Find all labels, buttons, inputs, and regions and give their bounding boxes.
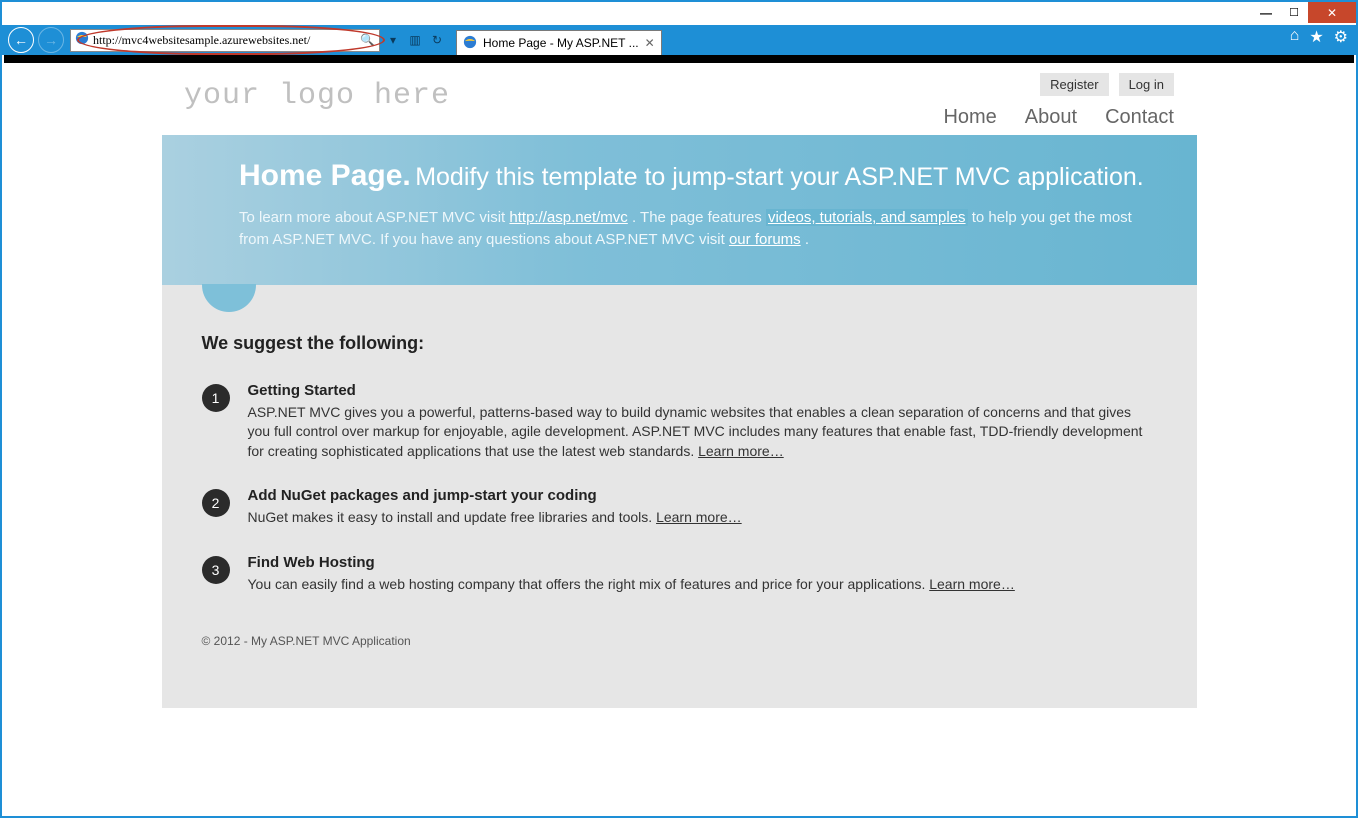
site-logo: your logo here <box>184 73 450 113</box>
search-icon[interactable]: 🔍 <box>360 33 375 47</box>
item-body: ASP.NET MVC gives you a powerful, patter… <box>248 403 1157 462</box>
url-input[interactable] <box>93 33 356 48</box>
toolbar-right: ⌂ ★ ⚙ <box>1290 27 1348 47</box>
hero-paragraph: To learn more about ASP.NET MVC visit ht… <box>239 207 1159 251</box>
suggestions-heading: We suggest the following: <box>202 333 1157 354</box>
register-link[interactable]: Register <box>1040 73 1108 96</box>
hero-banner: Home Page. Modify this template to jump-… <box>162 135 1197 285</box>
hero-link-samples[interactable]: videos, tutorials, and samples <box>766 209 968 226</box>
refresh-button[interactable]: ↻ <box>428 31 446 49</box>
ie-icon <box>463 35 477 52</box>
list-item: 2 Add NuGet packages and jump-start your… <box>202 487 1157 528</box>
hero-subtitle: Modify this template to jump-start your … <box>415 163 1144 191</box>
compat-icon[interactable]: ▥ <box>406 31 424 49</box>
dropdown-icon[interactable]: ▾ <box>384 31 402 49</box>
tools-icon[interactable]: ⚙ <box>1334 27 1348 47</box>
step-number: 2 <box>202 489 230 517</box>
list-item: 3 Find Web Hosting You can easily find a… <box>202 554 1157 595</box>
hero-text: To learn more about ASP.NET MVC visit <box>239 209 509 226</box>
item-body: NuGet makes it easy to install and updat… <box>248 508 742 528</box>
tab-strip: Home Page - My ASP.NET ... ✕ <box>456 25 662 55</box>
viewport: your logo here Register Log in Home Abou… <box>4 55 1354 814</box>
nav-about[interactable]: About <box>1025 106 1077 129</box>
item-body: You can easily find a web hosting compan… <box>248 575 1015 595</box>
forward-button[interactable]: → <box>38 27 64 53</box>
step-number: 1 <box>202 384 230 412</box>
hero-text: . <box>805 231 809 248</box>
home-icon[interactable]: ⌂ <box>1290 27 1300 47</box>
hero-tab-bump <box>202 284 256 312</box>
learn-more-link[interactable]: Learn more… <box>929 576 1015 592</box>
page-footer: © 2012 - My ASP.NET MVC Application <box>202 634 1157 648</box>
address-bar[interactable]: 🔍 <box>70 29 380 52</box>
list-item: 1 Getting Started ASP.NET MVC gives you … <box>202 382 1157 462</box>
close-button[interactable]: ✕ <box>1308 2 1356 23</box>
browser-toolbar: ← → 🔍 ▾ ▥ ↻ Home Page - My ASP.NET ... ✕… <box>2 25 1356 55</box>
learn-more-link[interactable]: Learn more… <box>656 509 742 525</box>
nav-home[interactable]: Home <box>943 106 996 129</box>
favorites-icon[interactable]: ★ <box>1309 27 1323 47</box>
page-header: your logo here Register Log in Home Abou… <box>184 63 1174 135</box>
hero-title: Home Page. <box>239 159 411 192</box>
login-link[interactable]: Log in <box>1119 73 1174 96</box>
main-nav: Home About Contact <box>943 106 1174 129</box>
hero-link-forums[interactable]: our forums <box>729 231 801 248</box>
ie-icon <box>75 31 89 50</box>
back-button[interactable]: ← <box>8 27 34 53</box>
tab-close-icon[interactable]: ✕ <box>645 36 655 50</box>
item-title: Add NuGet packages and jump-start your c… <box>248 487 742 504</box>
minimize-button[interactable]: — <box>1252 2 1280 23</box>
step-number: 3 <box>202 556 230 584</box>
hero-link-mvc[interactable]: http://asp.net/mvc <box>509 209 627 226</box>
hero-text: . The page features <box>632 209 766 226</box>
browser-tab[interactable]: Home Page - My ASP.NET ... ✕ <box>456 30 662 55</box>
top-black-bar <box>4 55 1354 63</box>
tab-title: Home Page - My ASP.NET ... <box>483 36 639 50</box>
item-title: Find Web Hosting <box>248 554 1015 571</box>
window-titlebar: — ☐ ✕ <box>2 2 1356 25</box>
content-area: We suggest the following: 1 Getting Star… <box>162 285 1197 709</box>
learn-more-link[interactable]: Learn more… <box>698 443 784 459</box>
nav-contact[interactable]: Contact <box>1105 106 1174 129</box>
item-title: Getting Started <box>248 382 1157 399</box>
maximize-button[interactable]: ☐ <box>1280 2 1308 23</box>
